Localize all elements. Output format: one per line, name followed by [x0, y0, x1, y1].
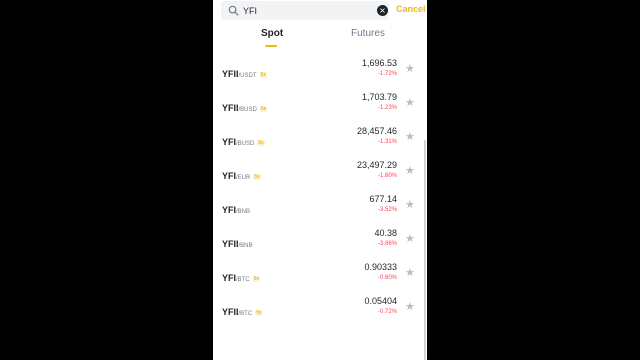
market-row[interactable]: YFII/USDT 5x 1,696.53 -1.72% ★: [213, 52, 427, 86]
last-price: 1,703.79: [361, 92, 397, 102]
leverage-badge: 5x: [259, 106, 268, 112]
base-asset: YFI: [222, 273, 237, 283]
favorite-star-icon[interactable]: ★: [405, 130, 415, 143]
last-price: 1,696.53: [361, 58, 397, 68]
search-input[interactable]: [243, 1, 363, 20]
base-asset: YFII: [222, 69, 239, 79]
quote-asset: /BNB: [236, 209, 251, 215]
trading-pair: YFII/BUSD 5x: [222, 98, 268, 116]
market-row[interactable]: YFII/BNB 40.38 -3.86% ★: [213, 222, 427, 256]
quote-asset: /BTC: [238, 311, 253, 317]
favorite-star-icon[interactable]: ★: [405, 62, 415, 75]
price-change: -1.31%: [377, 139, 397, 145]
trading-pair: YFI/BTC 5x: [222, 268, 260, 286]
quote-asset: /BTC: [236, 277, 250, 283]
base-asset: YFII: [222, 239, 239, 249]
leverage-badge: 5x: [252, 276, 260, 282]
scrollbar[interactable]: [424, 140, 426, 360]
base-asset: YFI: [222, 205, 237, 215]
price-change: -3.52%: [377, 207, 397, 213]
market-row[interactable]: YFI/BUSD 5x 28,457.46 -1.31% ★: [213, 120, 427, 154]
base-asset: YFII: [222, 103, 239, 113]
favorite-star-icon[interactable]: ★: [405, 198, 415, 211]
last-price: 677.14: [369, 194, 397, 204]
leverage-badge: 5x: [259, 72, 267, 78]
clear-icon[interactable]: ×: [377, 5, 388, 16]
trading-pair: YFI/BUSD 5x: [222, 132, 265, 150]
search-box[interactable]: ×: [221, 1, 389, 20]
market-tabs: Spot Futures: [213, 28, 427, 48]
last-price: 23,497.29: [356, 160, 397, 170]
tab-spot[interactable]: Spot: [261, 28, 283, 39]
price-change: -1.60%: [377, 173, 397, 179]
base-asset: YFII: [222, 307, 239, 317]
search-icon: [228, 5, 239, 16]
price-change: -3.86%: [377, 241, 397, 247]
trading-pair: YFI/EUR 5x: [222, 166, 261, 184]
favorite-star-icon[interactable]: ★: [405, 232, 415, 245]
market-row[interactable]: YFII/BUSD 5x 1,703.79 -1.23% ★: [213, 86, 427, 120]
base-asset: YFI: [222, 171, 237, 181]
price-change: -1.23%: [377, 105, 397, 111]
leverage-badge: 5x: [255, 310, 263, 316]
quote-asset: /BUSD: [236, 141, 255, 147]
last-price: 0.90333: [364, 262, 397, 272]
trading-pair: YFII/USDT 5x: [222, 64, 267, 82]
cancel-button[interactable]: Cancel: [396, 4, 426, 14]
last-price: 0.05404: [364, 296, 397, 306]
leverage-badge: 5x: [257, 140, 265, 146]
price-change: -0.60%: [377, 275, 397, 281]
search-bar: × Cancel: [213, 0, 427, 22]
favorite-star-icon[interactable]: ★: [405, 300, 415, 313]
trading-pair: YFII/BNB: [222, 234, 253, 252]
last-price: 28,457.46: [356, 126, 397, 136]
quote-asset: /BNB: [238, 243, 253, 249]
active-tab-indicator: [265, 45, 277, 47]
leverage-badge: 5x: [253, 174, 261, 180]
trading-pair: YFII/BTC 5x: [222, 302, 263, 320]
price-change: -0.72%: [377, 309, 397, 315]
price-change: -1.72%: [377, 71, 397, 77]
market-row[interactable]: YFII/BTC 5x 0.05404 -0.72% ★: [213, 290, 427, 324]
market-row[interactable]: YFI/BTC 5x 0.90333 -0.60% ★: [213, 256, 427, 290]
market-row[interactable]: YFI/BNB 677.14 -3.52% ★: [213, 188, 427, 222]
favorite-star-icon[interactable]: ★: [405, 164, 415, 177]
app-screen: × Cancel Spot Futures YFII/USDT5x1,696.5…: [213, 0, 427, 360]
favorite-star-icon[interactable]: ★: [405, 96, 415, 109]
quote-asset: /EUR: [236, 175, 251, 181]
market-row[interactable]: YFI/EUR 5x 23,497.29 -1.60% ★: [213, 154, 427, 188]
favorite-star-icon[interactable]: ★: [405, 266, 415, 279]
tab-futures[interactable]: Futures: [351, 28, 385, 39]
base-asset: YFI: [222, 137, 237, 147]
quote-asset: /BUSD: [238, 107, 257, 113]
last-price: 40.38: [374, 228, 397, 238]
trading-pair: YFI/BNB: [222, 200, 250, 218]
quote-asset: /USDT: [238, 73, 257, 79]
